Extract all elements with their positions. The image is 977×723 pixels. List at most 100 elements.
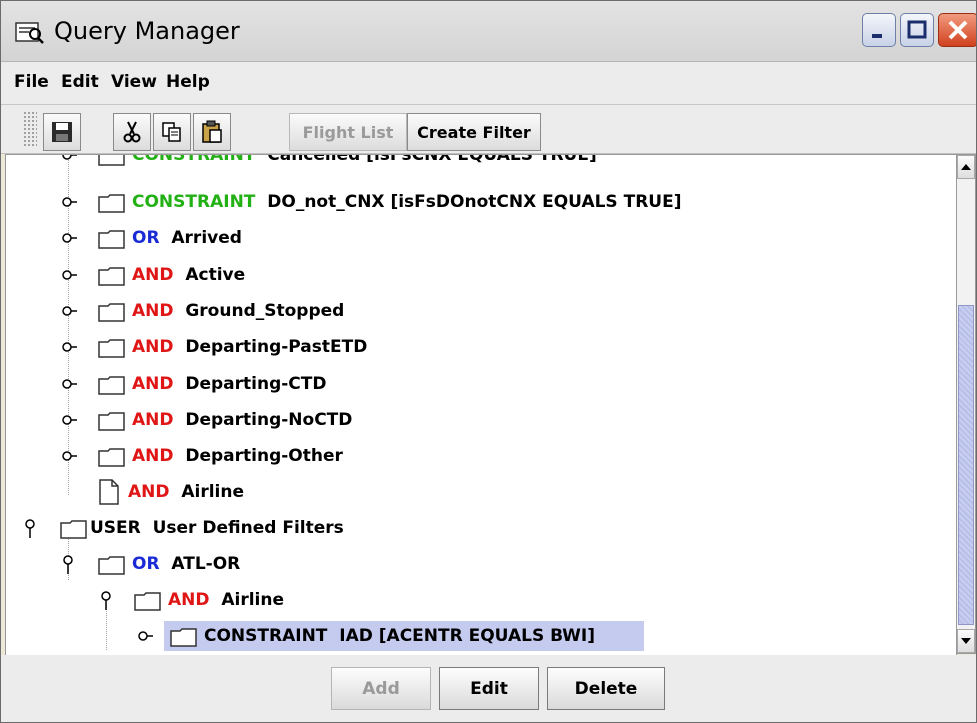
expand-handle-icon (62, 379, 77, 389)
node-text: Departing-NoCTD (185, 410, 353, 430)
folder-icon (170, 628, 197, 647)
query-tree[interactable]: CONSTRAINT Cancelled [isFsCNX EQUALS TRU… (5, 154, 957, 656)
menu-file[interactable]: File (14, 72, 49, 92)
collapse-handle-icon (101, 591, 111, 610)
node-keyword: AND (132, 374, 174, 394)
save-button[interactable] (43, 113, 81, 151)
edit-button[interactable]: Edit (439, 667, 539, 710)
save-icon (52, 122, 72, 142)
collapse-handle-icon (63, 555, 73, 574)
tree-row[interactable]: AND Airline (6, 583, 956, 617)
query-manager-app-icon (15, 22, 44, 44)
tree-row[interactable]: AND Active (6, 258, 956, 292)
node-keyword: OR (132, 228, 160, 248)
folder-icon (98, 412, 125, 431)
folder-icon (98, 194, 125, 213)
folder-icon (98, 267, 125, 286)
minimize-icon (872, 34, 882, 38)
expand-handle-icon (62, 451, 77, 461)
expand-handle-icon (62, 197, 77, 207)
flight-list-button[interactable]: Flight List (289, 113, 407, 151)
scroll-up-button[interactable] (957, 155, 975, 179)
toolbar-grip[interactable] (23, 111, 37, 147)
node-keyword: AND (132, 446, 174, 466)
vertical-scrollbar[interactable] (956, 154, 976, 654)
menu-edit[interactable]: Edit (61, 72, 99, 92)
node-keyword: CONSTRAINT (132, 192, 256, 212)
node-keyword: CONSTRAINT (132, 154, 256, 165)
scroll-down-button[interactable] (957, 629, 975, 653)
tree-row[interactable]: CONSTRAINT DO_not_CNX [isFsDOnotCNX EQUA… (6, 185, 956, 219)
toolbar: Flight List Create Filter (1, 105, 976, 154)
node-text: Departing-Other (185, 446, 343, 466)
node-text: Airline (221, 590, 284, 610)
tree-row[interactable]: USER User Defined Filters (6, 511, 956, 545)
expand-handle-icon (138, 631, 153, 641)
copy-button[interactable] (153, 113, 191, 151)
tree-row[interactable]: AND Departing-NoCTD (6, 403, 956, 437)
expand-handle-icon (62, 270, 77, 280)
folder-icon (98, 556, 125, 575)
node-keyword: AND (168, 590, 210, 610)
paste-button[interactable] (193, 113, 231, 151)
create-filter-button[interactable]: Create Filter (407, 113, 541, 151)
expand-handle-icon (62, 155, 77, 160)
node-text: Cancelled [isFsCNX EQUALS TRUE] (267, 154, 597, 165)
query-manager-window: Query Manager File Edit View Help Flight… (0, 0, 977, 723)
menu-bar: File Edit View Help (1, 62, 976, 105)
node-text: Ground_Stopped (185, 301, 345, 321)
arrow-up-icon (961, 164, 971, 170)
node-text: ATL-OR (171, 554, 241, 574)
tree-row-selected[interactable]: CONSTRAINT IAD [ACENTR EQUALS BWI] (6, 619, 956, 653)
folder-icon (98, 303, 125, 322)
node-text: User Defined Filters (152, 518, 344, 538)
tree-row[interactable]: AND Departing-Other (6, 439, 956, 473)
folder-icon (60, 520, 87, 539)
node-keyword: AND (132, 337, 174, 357)
node-text: Arrived (171, 228, 242, 248)
arrow-down-icon (961, 638, 971, 644)
cut-button[interactable] (113, 113, 151, 151)
tree-row[interactable]: OR Arrived (6, 221, 956, 255)
menu-help[interactable]: Help (166, 72, 210, 92)
expand-handle-icon (62, 342, 77, 352)
node-keyword: USER (90, 518, 141, 538)
delete-button[interactable]: Delete (547, 667, 665, 710)
tree-row[interactable]: CONSTRAINT Cancelled [isFsCNX EQUALS TRU… (6, 154, 956, 172)
expand-handle-icon (62, 306, 77, 316)
tree-row[interactable]: AND Ground_Stopped (6, 294, 956, 328)
folder-icon (98, 155, 125, 166)
close-icon (948, 20, 968, 40)
node-text: IAD [ACENTR EQUALS BWI] (339, 626, 595, 646)
window-title: Query Manager (54, 17, 240, 45)
collapse-handle-icon (25, 519, 35, 538)
node-keyword: AND (132, 410, 174, 430)
minimize-button[interactable] (862, 13, 896, 47)
scrollbar-thumb[interactable] (958, 305, 974, 625)
cut-icon (123, 121, 141, 143)
title-bar: Query Manager (1, 1, 976, 62)
folder-icon (134, 592, 161, 611)
node-keyword: AND (128, 482, 170, 502)
add-button[interactable]: Add (331, 667, 431, 710)
folder-icon (98, 230, 125, 249)
maximize-icon (907, 20, 927, 39)
tree-row[interactable]: AND Airline (6, 475, 956, 509)
tree-row[interactable]: AND Departing-PastETD (6, 330, 956, 364)
close-button[interactable] (938, 13, 976, 47)
copy-icon (162, 122, 181, 142)
maximize-button[interactable] (900, 13, 934, 47)
node-text: Active (185, 265, 246, 285)
menu-view[interactable]: View (111, 72, 157, 92)
tree-row[interactable]: OR ATL-OR (6, 547, 956, 581)
expand-handle-icon (62, 415, 77, 425)
node-keyword: AND (132, 265, 174, 285)
paste-icon (202, 120, 222, 143)
folder-icon (98, 448, 125, 467)
expand-handle-icon (62, 233, 77, 243)
node-text: DO_not_CNX [isFsDOnotCNX EQUALS TRUE] (267, 192, 682, 212)
tree-row[interactable]: AND Departing-CTD (6, 367, 956, 401)
node-keyword: AND (132, 301, 174, 321)
node-keyword: OR (132, 554, 160, 574)
document-icon (99, 479, 119, 505)
